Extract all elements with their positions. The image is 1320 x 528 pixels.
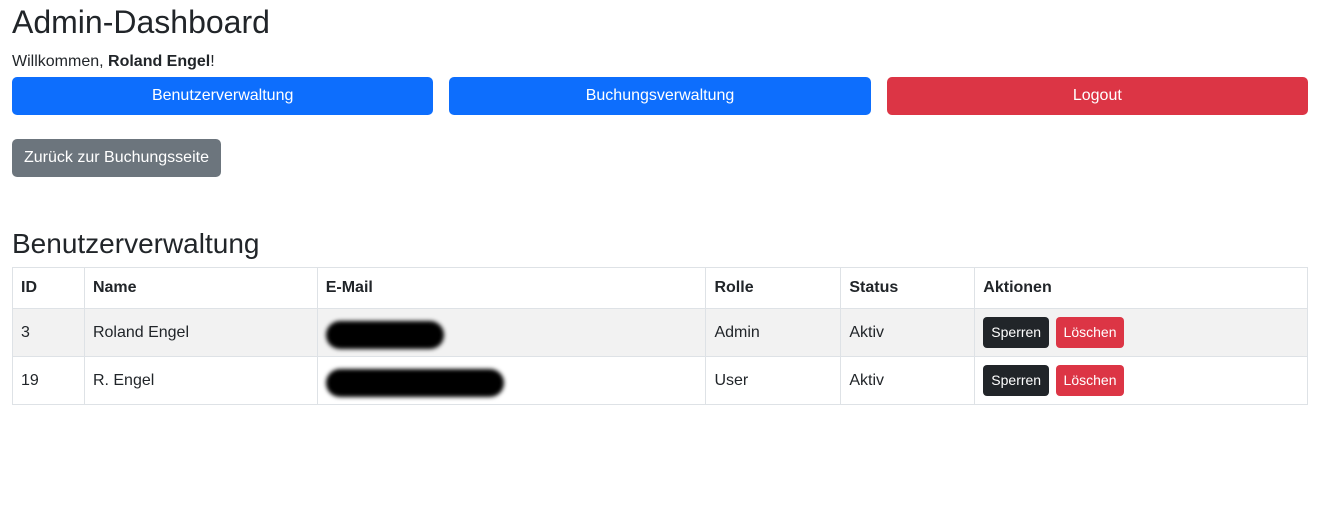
admin-dashboard-page: Admin-Dashboard Willkommen, Roland Engel… — [0, 0, 1320, 528]
table-row: 19 R. Engel User Aktiv Sperren Löschen — [12, 356, 1308, 405]
column-header-actions: Aktionen — [974, 267, 1308, 309]
nav-button-row: Benutzerverwaltung Buchungsverwaltung Lo… — [12, 77, 1308, 115]
welcome-prefix: Willkommen, — [12, 53, 109, 70]
cell-name: Roland Engel — [83, 308, 318, 357]
cell-email — [316, 356, 707, 405]
column-header-id: ID — [12, 267, 85, 309]
cell-status: Aktiv — [840, 308, 976, 357]
user-management-button[interactable]: Benutzerverwaltung — [12, 77, 434, 115]
welcome-suffix: ! — [210, 53, 215, 70]
cell-id: 19 — [12, 356, 85, 405]
cell-email — [316, 308, 707, 357]
cell-role: Admin — [705, 308, 842, 357]
table-row: 3 Roland Engel Admin Aktiv Sperren Lösch… — [12, 308, 1308, 357]
delete-user-button[interactable]: Löschen — [1055, 365, 1125, 396]
redacted-email — [325, 368, 504, 397]
users-table: ID Name E-Mail Rolle Status Aktionen 3 R… — [12, 267, 1308, 405]
column-header-name: Name — [83, 267, 318, 309]
cell-actions: Sperren Löschen — [974, 356, 1308, 405]
logout-button[interactable]: Logout — [886, 77, 1308, 115]
column-header-status: Status — [840, 267, 976, 309]
cell-status: Aktiv — [840, 356, 976, 405]
lock-user-button[interactable]: Sperren — [983, 317, 1050, 348]
column-header-email: E-Mail — [316, 267, 707, 309]
section-title: Benutzerverwaltung — [12, 228, 260, 259]
redacted-email — [325, 320, 444, 349]
delete-user-button[interactable]: Löschen — [1055, 317, 1125, 348]
column-header-role: Rolle — [705, 267, 842, 309]
cell-actions: Sperren Löschen — [974, 308, 1308, 357]
cell-role: User — [705, 356, 842, 405]
table-header-row: ID Name E-Mail Rolle Status Aktionen — [12, 267, 1308, 309]
cell-id: 3 — [12, 308, 85, 357]
page-title: Admin-Dashboard — [12, 4, 270, 40]
back-to-booking-button[interactable]: Zurück zur Buchungsseite — [12, 139, 221, 177]
cell-name: R. Engel — [83, 356, 318, 405]
booking-management-button[interactable]: Buchungsverwaltung — [449, 77, 871, 115]
lock-user-button[interactable]: Sperren — [983, 365, 1050, 396]
welcome-message: Willkommen, Roland Engel! — [12, 51, 1308, 73]
welcome-user-name: Roland Engel — [108, 53, 211, 70]
